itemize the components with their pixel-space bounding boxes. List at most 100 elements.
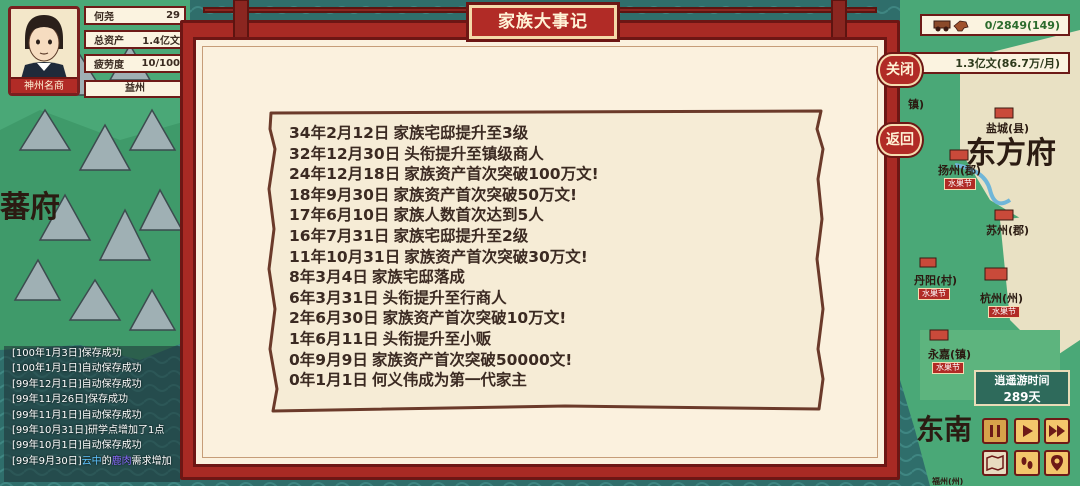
city-partial[interactable]: 镇) xyxy=(908,96,924,112)
event-date: 2年6月30日 xyxy=(289,309,379,328)
festival-tag: 水果节 xyxy=(988,306,1020,318)
city-suzhou[interactable]: 苏州(郡) xyxy=(986,222,1029,238)
event-date: 16年7月31日 xyxy=(289,226,390,245)
city-danyang[interactable]: 丹阳(村) xyxy=(914,272,957,288)
close-button[interactable]: 关闭 xyxy=(878,54,922,86)
assets-value: 1.4亿文 xyxy=(142,36,180,47)
player-panel: 神州名商 何尧 29 总资产 1.4亿文 疲劳度 10/100 益州 xyxy=(4,4,186,98)
chronicle-event: 6年3月31日 头衔提升至行商人 xyxy=(289,288,599,309)
event-date: 8年3月4日 xyxy=(289,268,368,287)
log-fragment: [99年9月30日] xyxy=(12,455,82,467)
avatar-icon xyxy=(11,9,77,79)
event-date: 34年2月12日 xyxy=(289,124,390,142)
chronicle-event: 11年10月31日 家族资产首次突破30万文! xyxy=(289,247,599,268)
log-fragment: 云中 xyxy=(81,455,102,467)
log-line: [99年10月1日]自动保存成功 xyxy=(12,440,142,452)
chronicle-event: 34年2月12日 家族宅邸提升至3级 xyxy=(289,123,599,144)
modal-title: 家族大事记 xyxy=(469,5,617,39)
event-text: 家族宅邸落成 xyxy=(371,268,465,287)
event-date: 0年1月1日 xyxy=(289,371,368,390)
travel-time-value: 289天 xyxy=(1003,390,1041,404)
event-date: 1年6月11日 xyxy=(289,329,379,348)
region-label-bottom: 东南 xyxy=(916,413,973,446)
city-yongjia[interactable]: 永嘉(镇) xyxy=(928,346,971,362)
name-row: 何尧 29 xyxy=(84,6,186,25)
log-fragment: 的 xyxy=(101,455,112,467)
city-hangzhou[interactable]: 杭州(州) xyxy=(980,290,1023,306)
event-text: 家族资产首次突破50000文! xyxy=(371,350,573,369)
city-fuzhou[interactable]: 福州(州) xyxy=(932,476,963,486)
chronicle-event-list: 34年2月12日 家族宅邸提升至3级 32年12月30日 头衔提升至镇级商人 24年12… xyxy=(289,123,599,391)
event-text: 家族人数首次达到5人 xyxy=(393,206,544,225)
location-pin-icon xyxy=(1051,455,1063,471)
log-line: [99年11月1日]自动保存成功 xyxy=(12,409,142,421)
event-date: 6年3月31日 xyxy=(289,288,379,307)
city-yancheng[interactable]: 盐城(县) xyxy=(986,120,1029,136)
event-date: 17年6月10日 xyxy=(289,206,390,225)
message-log[interactable]: [100年1月3日]保存成功 [100年1月1日]自动保存成功 [99年12月1日]… xyxy=(4,346,180,482)
chronicle-event: 16年7月31日 家族宅邸提升至2级 xyxy=(289,226,599,247)
money-value: 1.3亿文(86.7万/月) xyxy=(955,57,1060,70)
fast-forward-icon xyxy=(1049,425,1065,437)
event-text: 头衔提升至镇级商人 xyxy=(404,144,544,163)
log-fragment: 需求增加 xyxy=(131,455,172,467)
fast-forward-button[interactable] xyxy=(1044,418,1070,444)
footprints-button[interactable] xyxy=(1014,450,1040,476)
chronicle-event: 24年12月18日 家族资产首次突破100万文! xyxy=(289,164,599,185)
event-text: 家族宅邸提升至3级 xyxy=(393,124,529,142)
chronicle-event: 2年6月30日 家族资产首次突破10万文! xyxy=(289,308,599,329)
event-text: 家族资产首次突破100万文! xyxy=(404,165,599,184)
log-line: [100年1月3日]保存成功 xyxy=(12,348,122,359)
back-button[interactable]: 返回 xyxy=(878,124,922,156)
chronicle-event: 0年9月9日 家族资产首次突破50000文! xyxy=(289,350,599,371)
chronicle-event: 1年6月11日 头衔提升至小贩 xyxy=(289,329,599,350)
chronicle-event: 32年12月30日 头衔提升至镇级商人 xyxy=(289,144,599,165)
pause-button[interactable] xyxy=(982,418,1008,444)
chronicle-event: 0年1月1日 何义伟成为第一代家主 xyxy=(289,370,599,391)
chronicle-event: 17年6月10日 家族人数首次达到5人 xyxy=(289,205,599,226)
festival-tag: 水果节 xyxy=(932,362,964,374)
map-button[interactable] xyxy=(982,450,1008,476)
chronicle-event: 18年9月30日 家族资产首次突破50万文! xyxy=(289,185,599,206)
log-line: [99年11月26日]保存成功 xyxy=(12,394,128,406)
pause-icon xyxy=(990,425,1000,437)
player-portrait[interactable]: 神州名商 xyxy=(8,6,80,96)
event-text: 家族资产首次突破10万文! xyxy=(382,309,567,328)
play-button[interactable] xyxy=(1014,418,1040,444)
event-date: 24年12月18日 xyxy=(289,165,401,184)
event-date: 11年10月31日 xyxy=(289,247,401,266)
event-date: 0年9月9日 xyxy=(289,350,368,369)
festival-tag: 水果节 xyxy=(944,178,976,190)
cart-capacity-value: 0/2849(149) xyxy=(984,18,1060,32)
travel-time-label: 逍遥游时间 xyxy=(994,374,1050,387)
event-text: 头衔提升至行商人 xyxy=(382,288,507,307)
event-text: 家族资产首次突破50万文! xyxy=(393,185,578,204)
log-line: [100年1月1日]自动保存成功 xyxy=(12,363,142,375)
location-button[interactable] xyxy=(1044,450,1070,476)
footprints-icon xyxy=(1021,457,1033,469)
event-date: 18年9月30日 xyxy=(289,185,390,204)
log-line: [99年12月1日]自动保存成功 xyxy=(12,378,142,390)
merchant-title-badge: 神州名商 xyxy=(11,77,77,93)
fatigue-label: 疲劳度 xyxy=(94,60,124,71)
money-bar: 1.3亿文(86.7万/月) xyxy=(910,52,1070,74)
region-label-left: 蕃府 xyxy=(0,190,60,225)
fatigue-row: 疲劳度 10/100 xyxy=(84,54,186,73)
current-region: 益州 xyxy=(84,80,186,98)
event-date: 32年12月30日 xyxy=(289,144,401,163)
map-icon xyxy=(986,454,1004,472)
event-text: 头衔提升至小贩 xyxy=(382,329,492,348)
log-line: [99年10月31日]研学点增加了1点 xyxy=(12,424,165,436)
family-chronicle-modal: 家族大事记 34年2月12日 家族宅邸提升至3级 32年12月30日 头衔提升至镇级商… xyxy=(180,0,900,480)
city-yangzhou[interactable]: 扬州(郡) xyxy=(938,162,981,178)
cart-capacity-bar: 0/2849(149) xyxy=(920,14,1070,36)
fatigue-value: 10/100 xyxy=(141,58,180,69)
log-line: [99年9月30日]云中的鹿肉需求增加 xyxy=(4,454,180,469)
event-text: 何义伟成为第一代家主 xyxy=(371,371,527,390)
play-icon xyxy=(1023,425,1033,437)
assets-row: 总资产 1.4亿文 xyxy=(84,30,186,49)
event-text: 家族资产首次突破30万文! xyxy=(404,247,588,266)
player-age: 29 xyxy=(166,10,180,21)
chronicle-event: 8年3月4日 家族宅邸落成 xyxy=(289,267,599,288)
assets-label: 总资产 xyxy=(94,36,124,47)
